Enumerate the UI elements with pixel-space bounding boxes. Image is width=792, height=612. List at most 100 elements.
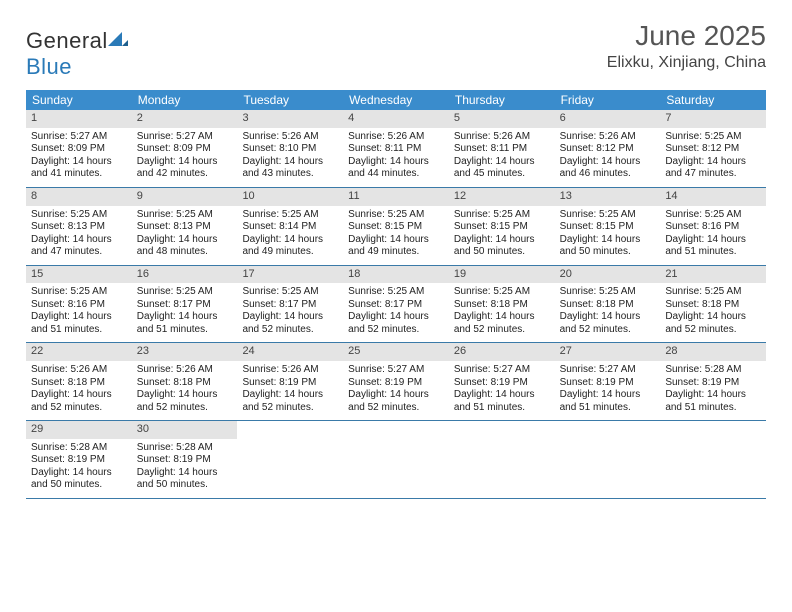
day-cell: 17Sunrise: 5:25 AMSunset: 8:17 PMDayligh…	[237, 266, 343, 343]
day-cell: 19Sunrise: 5:25 AMSunset: 8:18 PMDayligh…	[449, 266, 555, 343]
sunrise-text: Sunrise: 5:28 AM	[31, 442, 127, 455]
day-cell: 2Sunrise: 5:27 AMSunset: 8:09 PMDaylight…	[132, 110, 238, 187]
sunset-text: Sunset: 8:19 PM	[560, 377, 656, 390]
day-cell: 15Sunrise: 5:25 AMSunset: 8:16 PMDayligh…	[26, 266, 132, 343]
day-cell	[555, 421, 661, 498]
header-right: June 2025 Elixku, Xinjiang, China	[607, 20, 766, 72]
sunrise-text: Sunrise: 5:27 AM	[560, 364, 656, 377]
sunset-text: Sunset: 8:14 PM	[242, 221, 338, 234]
day-details: Sunrise: 5:26 AMSunset: 8:19 PMDaylight:…	[242, 364, 338, 414]
day-number: 24	[237, 343, 343, 361]
sunrise-text: Sunrise: 5:28 AM	[137, 442, 233, 455]
week-row: 29Sunrise: 5:28 AMSunset: 8:19 PMDayligh…	[26, 421, 766, 499]
day-details: Sunrise: 5:25 AMSunset: 8:18 PMDaylight:…	[665, 286, 761, 336]
day-number: 3	[237, 110, 343, 128]
day-cell: 4Sunrise: 5:26 AMSunset: 8:11 PMDaylight…	[343, 110, 449, 187]
day-cell	[343, 421, 449, 498]
daylight-text: Daylight: 14 hours and 50 minutes.	[31, 467, 127, 492]
sunrise-text: Sunrise: 5:25 AM	[31, 286, 127, 299]
day-number: 16	[132, 266, 238, 284]
day-number: 25	[343, 343, 449, 361]
day-cell	[237, 421, 343, 498]
sunrise-text: Sunrise: 5:25 AM	[242, 209, 338, 222]
sunrise-text: Sunrise: 5:25 AM	[665, 209, 761, 222]
daylight-text: Daylight: 14 hours and 51 minutes.	[31, 311, 127, 336]
logo-sail-icon	[108, 28, 128, 54]
day-number: 10	[237, 188, 343, 206]
day-cell: 10 Sunrise: 5:25 AMSunset: 8:14 PMDayligh…	[237, 188, 343, 265]
day-number: 14	[660, 188, 766, 206]
day-number: 17	[237, 266, 343, 284]
daylight-text: Daylight: 14 hours and 42 minutes.	[137, 156, 233, 181]
day-details: Sunrise: 5:25 AMSunset: 8:13 PMDaylight:…	[31, 209, 127, 259]
daylight-text: Daylight: 14 hours and 49 minutes.	[242, 234, 338, 259]
day-cell: 30Sunrise: 5:28 AMSunset: 8:19 PMDayligh…	[132, 421, 238, 498]
sunrise-text: Sunrise: 5:25 AM	[348, 209, 444, 222]
weeks-container: 1Sunrise: 5:27 AMSunset: 8:09 PMDaylight…	[26, 110, 766, 499]
sunrise-text: Sunrise: 5:27 AM	[31, 131, 127, 144]
daylight-text: Daylight: 14 hours and 50 minutes.	[454, 234, 550, 259]
calendar-document: General Blue June 2025 Elixku, Xinjiang,…	[0, 0, 792, 499]
sunrise-text: Sunrise: 5:25 AM	[454, 286, 550, 299]
day-number: 13	[555, 188, 661, 206]
day-cell: 3Sunrise: 5:26 AMSunset: 8:10 PMDaylight…	[237, 110, 343, 187]
day-details: Sunrise: 5:27 AMSunset: 8:19 PMDaylight:…	[454, 364, 550, 414]
daylight-text: Daylight: 14 hours and 51 minutes.	[665, 234, 761, 259]
dow-wednesday: Wednesday	[343, 90, 449, 110]
sunset-text: Sunset: 8:18 PM	[31, 377, 127, 390]
daylight-text: Daylight: 14 hours and 47 minutes.	[31, 234, 127, 259]
day-number: 9	[132, 188, 238, 206]
day-number: 26	[449, 343, 555, 361]
day-number: 20	[555, 266, 661, 284]
sunrise-text: Sunrise: 5:25 AM	[242, 286, 338, 299]
day-cell: 21Sunrise: 5:25 AMSunset: 8:18 PMDayligh…	[660, 266, 766, 343]
day-details: Sunrise: 5:28 AMSunset: 8:19 PMDaylight:…	[137, 442, 233, 492]
sunrise-text: Sunrise: 5:25 AM	[560, 286, 656, 299]
day-cell: 28Sunrise: 5:28 AMSunset: 8:19 PMDayligh…	[660, 343, 766, 420]
sunset-text: Sunset: 8:18 PM	[137, 377, 233, 390]
day-cell: 29Sunrise: 5:28 AMSunset: 8:19 PMDayligh…	[26, 421, 132, 498]
sunrise-text: Sunrise: 5:26 AM	[137, 364, 233, 377]
day-details: Sunrise: 5:25 AMSunset: 8:16 PMDaylight:…	[31, 286, 127, 336]
day-cell: 11Sunrise: 5:25 AMSunset: 8:15 PMDayligh…	[343, 188, 449, 265]
daylight-text: Daylight: 14 hours and 51 minutes.	[454, 389, 550, 414]
sunset-text: Sunset: 8:11 PM	[454, 143, 550, 156]
sunset-text: Sunset: 8:15 PM	[454, 221, 550, 234]
day-cell: 22Sunrise: 5:26 AMSunset: 8:18 PMDayligh…	[26, 343, 132, 420]
day-details: Sunrise: 5:25 AMSunset: 8:18 PMDaylight:…	[454, 286, 550, 336]
day-cell: 14 Sunrise: 5:25 AMSunset: 8:16 PMDayligh…	[660, 188, 766, 265]
sunrise-text: Sunrise: 5:28 AM	[665, 364, 761, 377]
day-cell: 16Sunrise: 5:25 AMSunset: 8:17 PMDayligh…	[132, 266, 238, 343]
dow-tuesday: Tuesday	[237, 90, 343, 110]
sunrise-text: Sunrise: 5:26 AM	[348, 131, 444, 144]
day-cell: 7Sunrise: 5:25 AMSunset: 8:12 PMDaylight…	[660, 110, 766, 187]
day-of-week-header: Sunday Monday Tuesday Wednesday Thursday…	[26, 90, 766, 110]
sunset-text: Sunset: 8:15 PM	[560, 221, 656, 234]
sunset-text: Sunset: 8:12 PM	[665, 143, 761, 156]
sunrise-text: Sunrise: 5:27 AM	[348, 364, 444, 377]
day-number: 27	[555, 343, 661, 361]
dow-monday: Monday	[132, 90, 238, 110]
day-cell: 12Sunrise: 5:25 AMSunset: 8:15 PMDayligh…	[449, 188, 555, 265]
day-number: 2	[132, 110, 238, 128]
logo-text-left: General	[26, 28, 108, 53]
sunset-text: Sunset: 8:13 PM	[31, 221, 127, 234]
dow-sunday: Sunday	[26, 90, 132, 110]
sunset-text: Sunset: 8:16 PM	[665, 221, 761, 234]
day-number: 28	[660, 343, 766, 361]
daylight-text: Daylight: 14 hours and 50 minutes.	[137, 467, 233, 492]
sunrise-text: Sunrise: 5:26 AM	[242, 131, 338, 144]
logo-text: General Blue	[26, 28, 128, 80]
sunset-text: Sunset: 8:13 PM	[137, 221, 233, 234]
day-cell: 24 Sunrise: 5:26 AMSunset: 8:19 PMDayligh…	[237, 343, 343, 420]
daylight-text: Daylight: 14 hours and 44 minutes.	[348, 156, 444, 181]
sunset-text: Sunset: 8:19 PM	[242, 377, 338, 390]
sunset-text: Sunset: 8:17 PM	[242, 299, 338, 312]
daylight-text: Daylight: 14 hours and 52 minutes.	[242, 389, 338, 414]
day-cell: 27Sunrise: 5:27 AMSunset: 8:19 PMDayligh…	[555, 343, 661, 420]
calendar-grid: Sunday Monday Tuesday Wednesday Thursday…	[26, 90, 766, 499]
sunset-text: Sunset: 8:19 PM	[665, 377, 761, 390]
daylight-text: Daylight: 14 hours and 52 minutes.	[665, 311, 761, 336]
day-cell: 8Sunrise: 5:25 AMSunset: 8:13 PMDaylight…	[26, 188, 132, 265]
sunset-text: Sunset: 8:09 PM	[31, 143, 127, 156]
